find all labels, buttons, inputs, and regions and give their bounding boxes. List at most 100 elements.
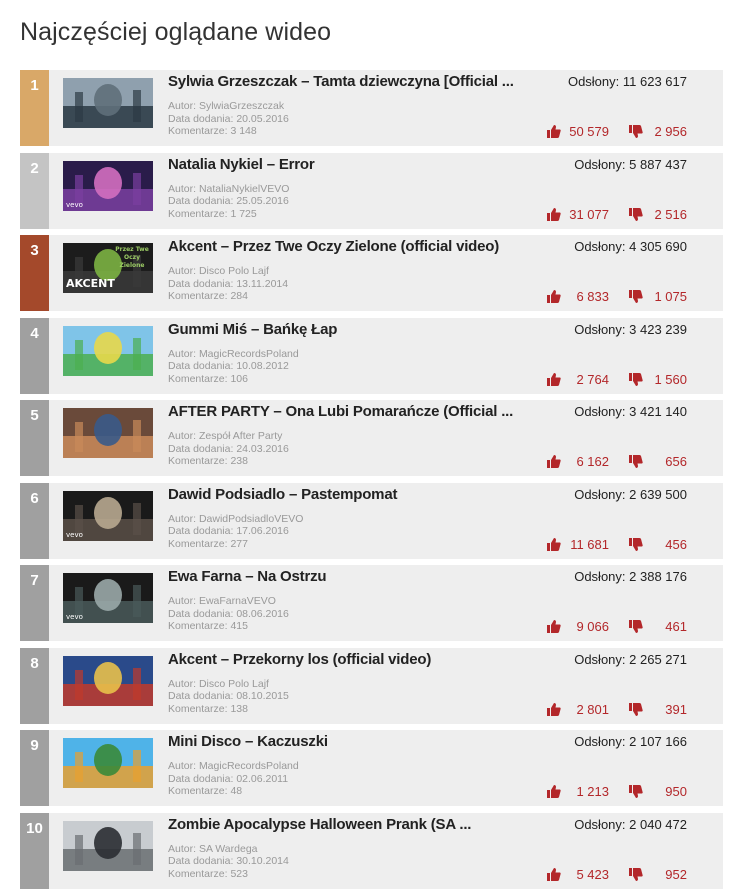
thumbs-up-icon <box>547 125 561 138</box>
author-line: Autor: Zespół After Party <box>168 430 289 443</box>
video-title-link[interactable]: Zombie Apocalypse Halloween Prank (SA ..… <box>168 816 528 833</box>
video-title-link[interactable]: AFTER PARTY – Ona Lubi Pomarańcze (Offic… <box>168 403 528 420</box>
comments-line: Komentarze: 138 <box>168 703 289 716</box>
video-thumbnail[interactable]: vevo <box>63 490 153 541</box>
author-line: Autor: MagicRecordsPoland <box>168 348 299 361</box>
views-label: Odsłony: <box>574 321 626 337</box>
video-row[interactable]: 2 vevo Natalia Nykiel – Error Autor: Nat… <box>20 152 723 229</box>
thumbs-down-icon <box>629 867 643 881</box>
likes-count: 50 579 <box>569 124 609 139</box>
views-label: Odsłony: <box>567 74 620 89</box>
author-label: Autor: <box>168 100 197 112</box>
votes: 1 213 950 <box>547 784 687 799</box>
comments-label: Komentarze: <box>168 372 228 385</box>
rank-badge: 5 <box>20 400 49 476</box>
likes-count: 6 162 <box>576 454 609 469</box>
author-line: Autor: SylwiaGrzeszczak <box>168 100 289 113</box>
date-line: Data dodania: 02.06.2011 <box>168 773 299 786</box>
video-meta: Autor: Zespół After Party Data dodania: … <box>168 430 289 468</box>
comments-line: Komentarze: 48 <box>168 785 299 798</box>
comments-label: Komentarze: <box>168 455 228 467</box>
views-count: Odsłony: 5 887 437 <box>574 157 687 172</box>
date-line: Data dodania: 30.10.2014 <box>168 855 289 868</box>
author-label: Autor: <box>168 265 197 277</box>
video-title-link[interactable]: Akcent – Przekorny los (official video) <box>168 651 528 668</box>
rank-badge: 2 <box>20 152 49 229</box>
video-thumbnail[interactable] <box>63 78 153 128</box>
video-meta: Autor: NataliaNykielVEVO Data dodania: 2… <box>168 183 289 221</box>
likes-count: 1 213 <box>576 784 609 799</box>
thumbs-down-icon <box>629 455 643 468</box>
video-row[interactable]: 6 vevo Dawid Podsiadlo – Pastempomat Aut… <box>20 482 723 559</box>
dislikes-count: 391 <box>665 701 687 717</box>
author-value: SylwiaGrzeszczak <box>198 100 285 112</box>
rank-badge: 10 <box>20 812 49 889</box>
thumbs-down-icon <box>629 537 643 551</box>
views-label: Odsłony: <box>574 569 626 584</box>
comments-label: Komentarze: <box>168 537 228 550</box>
video-title-link[interactable]: Mini Disco – Kaczuszki <box>168 733 528 750</box>
video-thumbnail[interactable] <box>63 325 153 376</box>
comments-label: Komentarze: <box>168 620 228 632</box>
video-title-link[interactable]: Akcent – Przez Twe Oczy Zielone (officia… <box>168 238 528 255</box>
views-label: Odsłony: <box>574 651 626 667</box>
likes-count: 5 423 <box>576 866 609 882</box>
video-title-link[interactable]: Natalia Nykiel – Error <box>168 156 528 173</box>
views-value: 11 623 617 <box>622 74 687 89</box>
date-label: Data dodania: <box>168 690 234 702</box>
video-row[interactable]: 7 vevo Ewa Farna – Na Ostrzu Autor: EwaF… <box>20 565 723 641</box>
video-meta: Autor: DawidPodsiadloVEVO Data dodania: … <box>168 513 303 551</box>
video-row[interactable]: 5 AFTER PARTY – Ona Lubi Pomarańcze (Off… <box>20 400 723 476</box>
thumbs-up-icon <box>547 537 561 551</box>
dislikes-count: 461 <box>665 619 687 634</box>
video-row[interactable]: 3 AKCENT Przez Twe Oczy Zielone Akcent – … <box>20 235 723 311</box>
vevo-badge: vevo <box>66 530 83 539</box>
video-title-link[interactable]: Gummi Miś – Bańkę Łap <box>168 321 528 338</box>
author-label: Autor: <box>168 347 197 360</box>
date-line: Data dodania: 17.06.2016 <box>168 525 303 538</box>
video-thumbnail[interactable]: vevo <box>63 160 153 211</box>
author-line: Autor: SA Wardega <box>168 843 289 856</box>
dislikes-count: 2 516 <box>654 206 687 222</box>
date-line: Data dodania: 08.10.2015 <box>168 690 289 703</box>
comments-line: Komentarze: 1 725 <box>168 208 289 221</box>
date-label: Data dodania: <box>168 277 234 290</box>
video-title-link[interactable]: Ewa Farna – Na Ostrzu <box>168 568 528 585</box>
author-line: Autor: Disco Polo Lajf <box>168 678 289 691</box>
thumbnail-badge: AKCENT <box>66 277 115 290</box>
date-value: 13.11.2014 <box>236 277 289 290</box>
video-row[interactable]: 8 Akcent – Przekorny los (official video… <box>20 647 723 724</box>
video-row[interactable]: 10 Zombie Apocalypse Halloween Prank (SA… <box>20 812 723 889</box>
rank-badge: 3 <box>20 235 49 311</box>
author-value: Disco Polo Lajf <box>198 677 269 690</box>
video-title-link[interactable]: Sylwia Grzeszczak – Tamta dziewczyna [Of… <box>168 73 528 90</box>
date-label: Data dodania: <box>168 855 234 867</box>
author-value: MagicRecordsPoland <box>198 347 299 360</box>
video-row[interactable]: 4 Gummi Miś – Bańkę Łap Autor: MagicReco… <box>20 317 723 394</box>
votes: 50 579 2 956 <box>547 124 687 139</box>
video-thumbnail[interactable] <box>63 820 153 871</box>
date-line: Data dodania: 10.08.2012 <box>168 360 299 373</box>
video-thumbnail[interactable] <box>63 738 153 788</box>
date-label: Data dodania: <box>168 525 234 537</box>
video-title-link[interactable]: Dawid Podsiadlo – Pastempomat <box>168 486 528 503</box>
views-count: Odsłony: 3 423 239 <box>574 322 687 337</box>
comments-value: 277 <box>230 537 248 550</box>
date-value: 10.08.2012 <box>236 360 289 372</box>
video-meta: Autor: Disco Polo Lajf Data dodania: 13.… <box>168 265 288 303</box>
author-value: NataliaNykielVEVO <box>198 182 290 195</box>
author-value: DawidPodsiadloVEVO <box>198 512 304 525</box>
comments-label: Komentarze: <box>168 207 228 220</box>
date-value: 20.05.2016 <box>236 112 289 125</box>
video-row[interactable]: 9 Mini Disco – Kaczuszki Autor: MagicRec… <box>20 730 723 806</box>
thumbs-down-icon <box>629 125 643 138</box>
views-label: Odsłony: <box>574 239 626 254</box>
video-thumbnail[interactable] <box>63 655 153 706</box>
video-row[interactable]: 1 Sylwia Grzeszczak – Tamta dziewczyna [… <box>20 70 723 146</box>
likes-count: 2 764 <box>576 371 609 387</box>
page-title: Najczęściej oglądane wideo <box>20 18 332 46</box>
video-thumbnail[interactable] <box>63 408 153 458</box>
video-thumbnail[interactable]: vevo <box>63 573 153 623</box>
video-thumbnail[interactable]: AKCENT Przez Twe Oczy Zielone <box>63 243 153 293</box>
views-value: 2 107 166 <box>629 734 687 749</box>
